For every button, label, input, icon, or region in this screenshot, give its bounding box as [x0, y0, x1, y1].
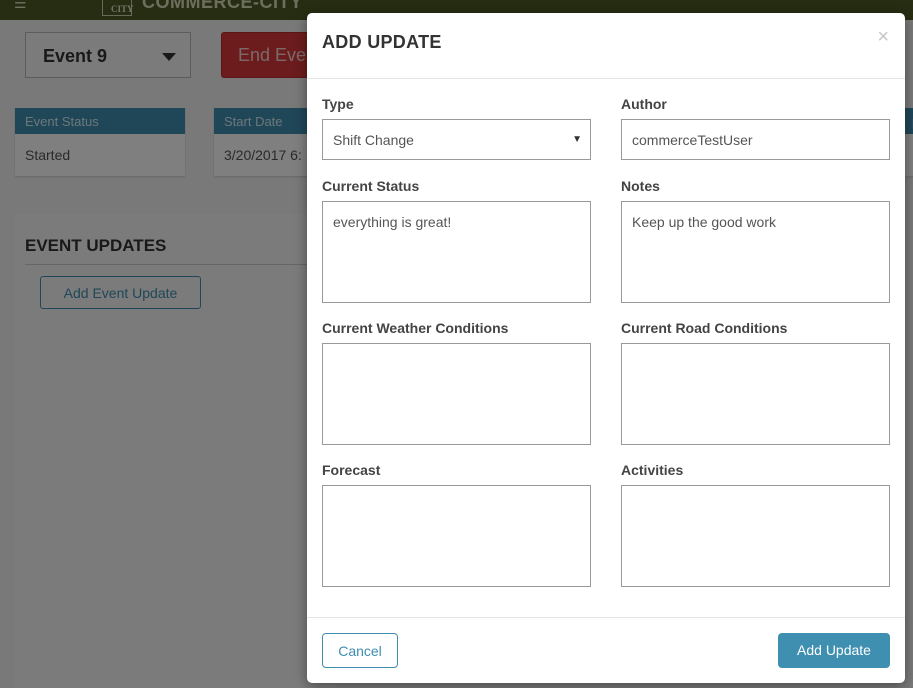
current-status-textarea[interactable]: everything is great! [322, 201, 591, 303]
author-field[interactable] [621, 119, 890, 160]
close-icon[interactable]: × [877, 26, 889, 49]
modal-header: ADD UPDATE × [307, 13, 905, 79]
modal-title: ADD UPDATE [322, 32, 442, 52]
weather-textarea[interactable] [322, 343, 591, 445]
road-textarea[interactable] [621, 343, 890, 445]
forecast-textarea[interactable] [322, 485, 591, 587]
weather-label: Current Weather Conditions [322, 320, 509, 336]
activities-textarea[interactable] [621, 485, 890, 587]
add-update-button[interactable]: Add Update [778, 633, 890, 668]
type-select-value: Shift Change [333, 132, 414, 148]
add-update-modal: ADD UPDATE × Type Shift Change ▼ Author … [307, 13, 905, 683]
cancel-button[interactable]: Cancel [322, 633, 398, 668]
activities-label: Activities [621, 462, 684, 478]
type-label: Type [322, 96, 354, 112]
road-label: Current Road Conditions [621, 320, 788, 336]
modal-footer: Cancel Add Update [307, 617, 905, 683]
chevron-down-icon: ▼ [572, 134, 582, 145]
type-select[interactable]: Shift Change ▼ [322, 119, 591, 160]
current-status-label: Current Status [322, 178, 420, 194]
forecast-label: Forecast [322, 462, 381, 478]
author-label: Author [621, 96, 667, 112]
notes-textarea[interactable]: Keep up the good work [621, 201, 890, 303]
notes-label: Notes [621, 178, 660, 194]
